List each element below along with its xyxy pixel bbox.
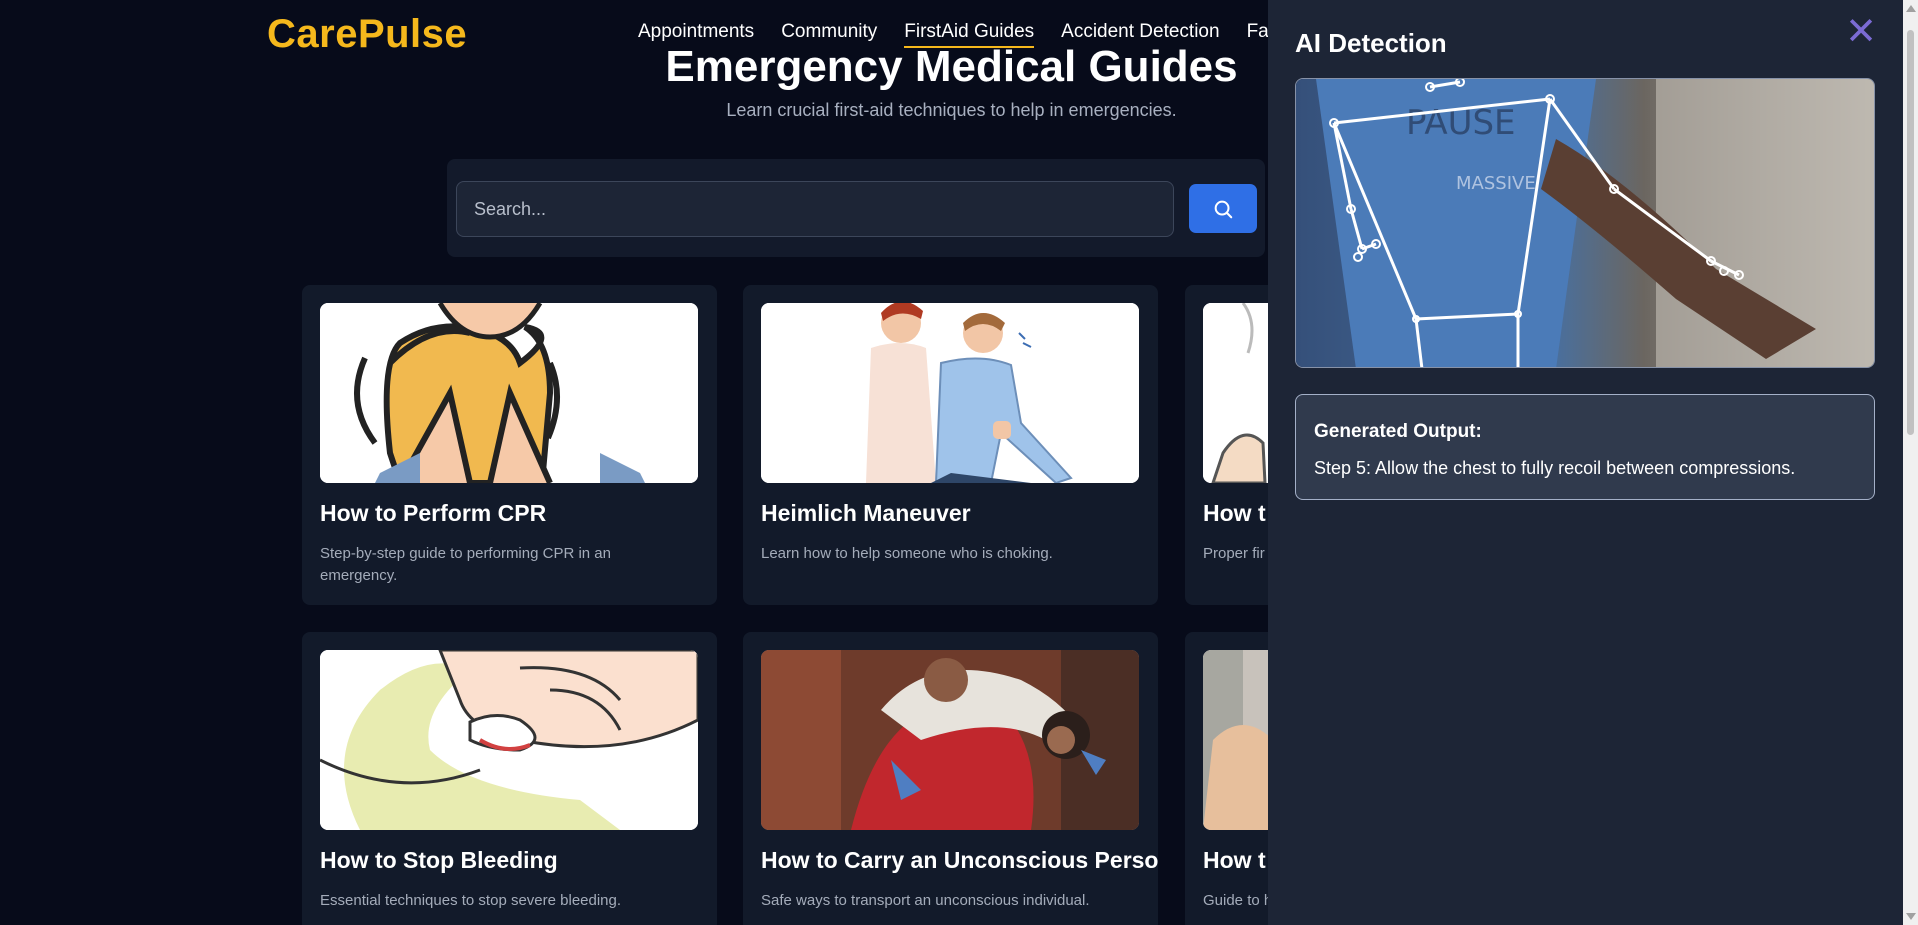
ai-detection-panel: AI Detection ✕ PAUSE MASSIVE Generated O… — [1268, 0, 1903, 925]
guide-card-carry-person[interactable]: How to Carry an Unconscious Person Safe … — [743, 632, 1158, 925]
card-description: Safe ways to transport an unconscious in… — [761, 892, 1090, 909]
output-heading: Generated Output: — [1314, 421, 1482, 442]
card-title: How t — [1203, 847, 1266, 873]
search-panel — [447, 159, 1265, 257]
card-title: How to Carry an Unconscious Person — [761, 847, 1158, 873]
search-input[interactable] — [456, 181, 1174, 237]
guide-card-cpr[interactable]: How to Perform CPR Step-by-step guide to… — [302, 285, 717, 605]
svg-text:MASSIVE: MASSIVE — [1456, 173, 1536, 194]
card-description: Essential techniques to stop severe blee… — [320, 892, 622, 909]
card-title: How to Perform CPR — [320, 500, 547, 526]
guide-card-bleeding[interactable]: How to Stop Bleeding Essential technique… — [302, 632, 717, 925]
scroll-thumb[interactable] — [1907, 30, 1914, 435]
search-icon — [1214, 200, 1233, 218]
card-title: How t — [1203, 500, 1266, 526]
search-button[interactable] — [1189, 184, 1257, 233]
heimlich-illustration — [761, 303, 1139, 483]
close-icon[interactable]: ✕ — [1844, 12, 1878, 50]
carry-person-photo — [761, 650, 1139, 830]
scroll-up-icon[interactable] — [1906, 5, 1916, 12]
card-description: Step-by-step guide to performing CPR in … — [320, 545, 611, 584]
generated-output-box: Generated Output: Step 5: Allow the ches… — [1295, 394, 1875, 500]
card-description: Learn how to help someone who is choking… — [761, 545, 1053, 562]
card-title: Heimlich Maneuver — [761, 500, 971, 526]
pose-detection-feed: PAUSE MASSIVE — [1295, 78, 1875, 368]
card-title: How to Stop Bleeding — [320, 847, 558, 873]
page-scrollbar[interactable] — [1903, 0, 1918, 925]
scroll-down-icon[interactable] — [1906, 913, 1916, 920]
bleeding-illustration — [320, 650, 698, 830]
output-text: Step 5: Allow the chest to fully recoil … — [1314, 458, 1796, 478]
panel-title: AI Detection — [1295, 28, 1447, 58]
guide-card-heimlich[interactable]: Heimlich Maneuver Learn how to help some… — [743, 285, 1158, 605]
cpr-illustration — [320, 303, 698, 483]
